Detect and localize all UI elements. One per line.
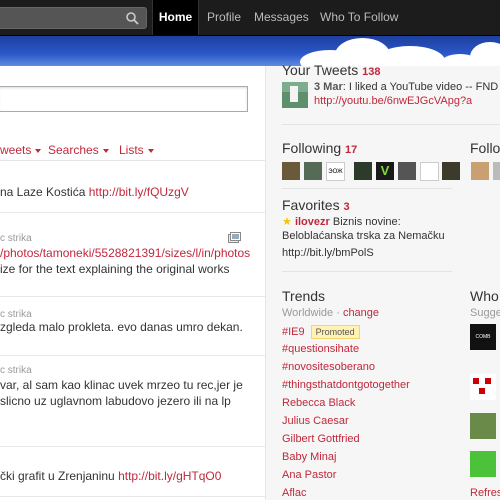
tweet-text: var, al sam kao klinac uvek mrzeo tu rec… [0,378,243,392]
tab-lists[interactable]: Lists [119,143,154,157]
avatar[interactable] [304,162,322,180]
divider [282,271,452,272]
trend-item[interactable]: #thingsthatdontgotogether [282,379,410,391]
tweet-meta: c strika [0,233,32,244]
tweet-text: zgleda malo prokleta. evo danas umro dek… [0,320,243,334]
trend-item[interactable]: Julius Caesar [282,415,349,427]
followers-heading[interactable]: Follo [470,140,500,156]
caret-down-icon [102,148,109,153]
top-bar: Home Profile Messages Who To Follow [0,0,500,36]
divider [0,160,265,161]
promoted-badge: Promoted [310,325,360,339]
favorite-tweet-text: Beloblaćanska trska za Nemačku [282,230,445,242]
change-location-link[interactable]: change [343,307,379,319]
star-icon: ★ [282,216,292,228]
avatar[interactable] [398,162,416,180]
trend-item[interactable]: #IE9 Promoted [282,325,360,339]
trend-item[interactable]: #questionsihate [282,343,359,355]
nav-home[interactable]: Home [152,0,199,35]
avatar[interactable] [470,413,496,439]
who-to-follow-heading: Who t [470,288,500,304]
latest-tweet-text: 3 Mar: I liked a YouTube video -- FND F [314,81,500,93]
tweet-link[interactable]: /photos/tamoneki/5528821391/sizes/l/in/p… [0,246,250,260]
avatar[interactable]: V [376,162,394,180]
suggestions-label: Sugge [470,307,500,319]
divider [0,355,265,356]
main-timeline: weets Searches Lists na Laze Kostića htt… [0,66,265,500]
divider [0,496,265,497]
tweet-link[interactable]: http://bit.ly/fQUzgV [89,185,189,199]
divider [282,124,500,125]
search-input[interactable] [0,7,147,29]
tweet-text: ize for the text explaining the original… [0,262,230,276]
tweet-text: na Laze Kostića http://bit.ly/fQUzgV [0,185,189,199]
photo-icon[interactable] [228,232,241,243]
refresh-link[interactable]: Refres [470,487,500,499]
background-banner [0,36,500,66]
search-icon[interactable] [125,11,139,25]
trends-location: Worldwide · change [282,307,380,319]
avatar[interactable]: ЭОЖ [326,162,345,181]
avatar[interactable] [282,162,300,180]
cloud-shape [375,46,445,66]
nav-messages[interactable]: Messages [254,0,309,35]
tweet-meta: c strika [0,365,32,376]
avatar[interactable] [493,162,500,180]
nav-profile[interactable]: Profile [207,0,241,35]
trend-item[interactable]: Ana Pastor [282,469,336,481]
your-tweets-heading[interactable]: Your Tweets 138 [282,62,381,78]
caret-down-icon [35,148,42,153]
trends-heading: Trends [282,288,326,304]
avatar[interactable] [420,162,439,181]
nav-who-to-follow[interactable]: Who To Follow [320,0,398,35]
latest-tweet-link[interactable]: http://youtu.be/6nwEJGcVApg?a [314,95,472,107]
tab-tweets[interactable]: weets [0,143,42,157]
tweet-text: slicno uz uglavnom labudovo jezero ili n… [0,394,231,408]
favorite-tweet: ★ ilovezr Biznis novine: [282,216,401,228]
avatar[interactable] [471,162,489,180]
divider [0,446,265,447]
cloud-shape [470,42,500,66]
trend-item[interactable]: Aflac [282,487,306,499]
tweet-text: čki grafit u Zrenjaninu http://bit.ly/gH… [0,469,222,483]
avatar[interactable] [470,374,496,400]
trend-item[interactable]: Baby Minaj [282,451,336,463]
favorite-user[interactable]: ilovezr [295,216,330,228]
tab-searches[interactable]: Searches [48,143,109,157]
trend-item[interactable]: Gilbert Gottfried [282,433,360,445]
divider [0,212,265,213]
avatar[interactable] [354,162,372,180]
divider [282,188,452,189]
divider [0,296,265,297]
avatar[interactable]: COMB [470,324,496,350]
tweet-input[interactable] [0,86,248,112]
favorite-tweet-link[interactable]: http://bit.ly/bmPolS [282,247,374,259]
tweet-link[interactable]: http://bit.ly/gHTqO0 [118,469,221,483]
avatar[interactable] [470,451,496,477]
dashboard: Your Tweets 138 3 Mar: I liked a YouTube… [265,62,500,500]
following-heading[interactable]: Following 17 [282,140,357,156]
trend-item[interactable]: Rebecca Black [282,397,355,409]
avatar[interactable] [442,162,460,180]
favorites-heading[interactable]: Favorites 3 [282,197,350,213]
tweet-meta: c strika [0,309,32,320]
caret-down-icon [147,148,154,153]
avatar[interactable] [282,82,308,108]
trend-item[interactable]: #novositesoberano [282,361,375,373]
